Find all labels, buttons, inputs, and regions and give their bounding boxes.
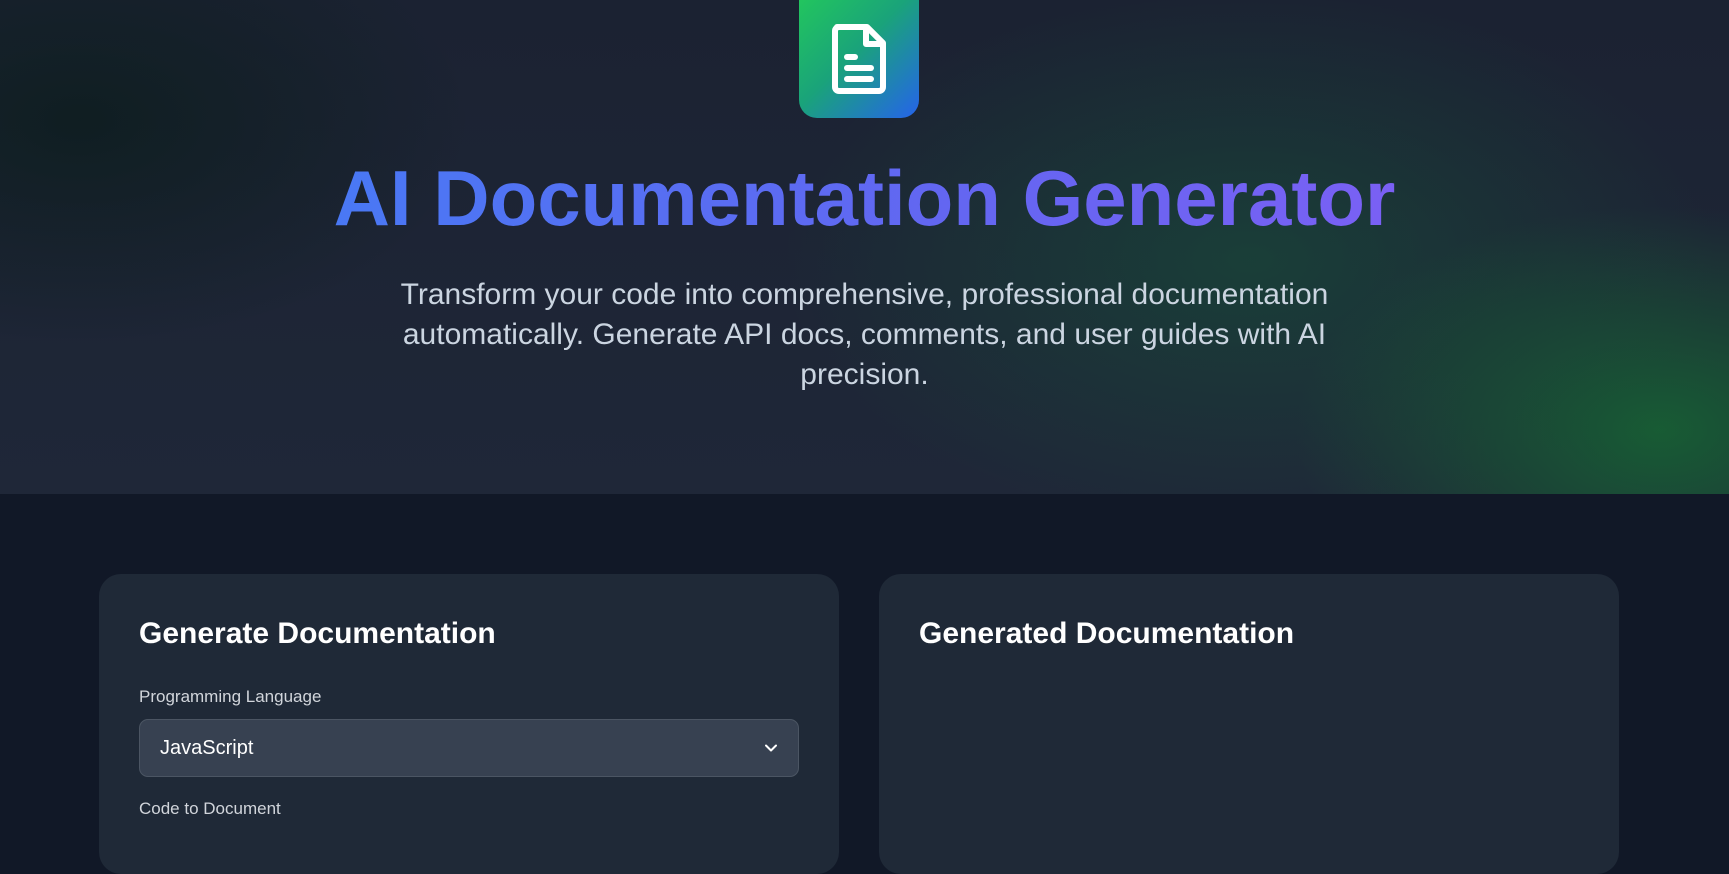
page-title: AI Documentation Generator [0, 150, 1729, 246]
hero-section: AI Documentation Generator Transform you… [0, 0, 1729, 494]
chevron-down-icon [764, 741, 778, 755]
generate-panel-heading: Generate Documentation [139, 617, 496, 650]
page-subtitle: Transform your code into comprehensive, … [400, 278, 1329, 391]
language-select[interactable]: JavaScript [139, 719, 799, 777]
document-icon [832, 24, 886, 94]
language-label: Programming Language [139, 687, 322, 706]
language-select-value: JavaScript [160, 736, 254, 759]
app-logo [799, 0, 919, 118]
output-panel: Generated Documentation [879, 574, 1619, 874]
generate-panel: Generate Documentation Programming Langu… [99, 574, 839, 874]
code-label: Code to Document [139, 799, 281, 818]
output-panel-heading: Generated Documentation [919, 617, 1295, 650]
